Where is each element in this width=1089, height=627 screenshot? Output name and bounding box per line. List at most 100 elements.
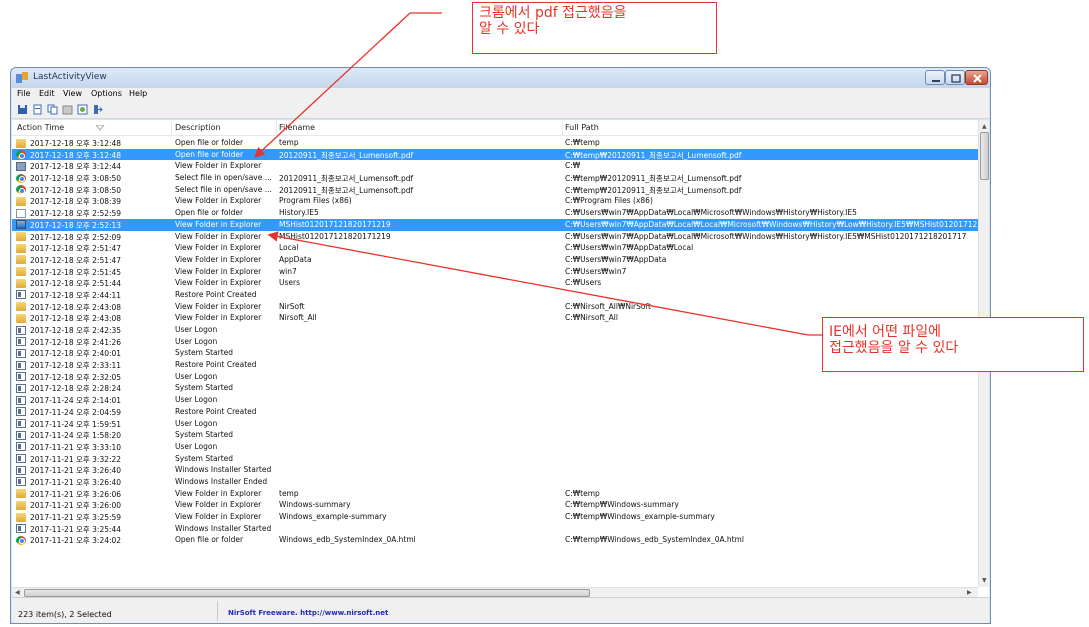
menu-bar: File Edit View Options Help	[12, 88, 989, 102]
scroll-down-icon[interactable]: ▼	[982, 577, 987, 584]
menu-view[interactable]: View	[63, 89, 82, 98]
description-cell: Select file in open/save ...	[175, 173, 272, 183]
table-row[interactable]: 2017-12-18 오후 3:08:50 Select file in open…	[12, 172, 978, 184]
annotation-chrome: 크롬에서 pdf 접근했음을 알 수 있다	[472, 2, 717, 54]
column-divider[interactable]	[276, 120, 277, 136]
html-report-icon[interactable]	[77, 104, 88, 115]
table-row[interactable]: 2017-12-18 오후 2:43:08 View Folder in Expl…	[12, 301, 978, 313]
table-row[interactable]: 2017-12-18 오후 2:28:24 System Started	[12, 382, 978, 394]
table-row[interactable]: 2017-12-18 오후 2:51:44 View Folder in Expl…	[12, 277, 978, 289]
description-cell: Windows Installer Started	[175, 523, 272, 533]
description-cell: View Folder in Explorer	[175, 278, 262, 288]
horizontal-scroll-thumb[interactable]	[24, 589, 590, 597]
folder-icon	[16, 255, 26, 265]
table-row[interactable]: 2017-12-18 오후 2:32:05 User Logon	[12, 371, 978, 383]
copy-icon[interactable]	[47, 104, 58, 115]
nirsoft-link[interactable]: NirSoft Freeware. http://www.nirsoft.net	[228, 609, 388, 617]
filename-cell: 20120911_최종보고서_Lumensoft.pdf	[279, 150, 414, 160]
scroll-up-icon[interactable]: ▲	[982, 123, 987, 130]
table-row[interactable]: 2017-12-18 오후 3:12:44 View Folder in Expl…	[12, 160, 978, 172]
maximize-button[interactable]	[945, 70, 965, 85]
table-row[interactable]: 2017-11-21 오후 3:24:02 Open file or folder…	[12, 534, 978, 546]
table-row[interactable]: 2017-11-24 오후 1:58:20 System Started	[12, 429, 978, 441]
action-time-cell: 2017-12-18 오후 3:08:39	[30, 197, 122, 207]
full-path-cell: C:₩Users₩win7₩AppData₩Local₩Local₩Micros…	[565, 219, 978, 229]
annotation-ie-line1: IE에서 어떤 파일에	[829, 324, 942, 340]
column-filename[interactable]: Filename	[279, 123, 315, 132]
table-row[interactable]: 2017-11-21 오후 3:26:40 Windows Installer E…	[12, 476, 978, 488]
menu-help[interactable]: Help	[129, 89, 147, 98]
minimize-button[interactable]	[925, 70, 945, 85]
table-row[interactable]: 2017-12-18 오후 2:51:47 View Folder in Expl…	[12, 242, 978, 254]
table-row[interactable]: 2017-12-18 오후 3:12:48 Open file or folder…	[12, 148, 978, 161]
full-path-cell: C:₩	[565, 161, 581, 171]
file-icon	[16, 208, 26, 218]
table-row[interactable]: 2017-11-21 오후 3:32:22 System Started	[12, 453, 978, 465]
filename-cell: win7	[279, 266, 297, 276]
table-row[interactable]: 2017-12-18 오후 2:44:11 Restore Point Creat…	[12, 289, 978, 301]
scroll-left-icon[interactable]: ◀	[15, 589, 20, 596]
description-cell: User Logon	[175, 336, 218, 346]
table-row[interactable]: 2017-11-21 오후 3:26:40 Windows Installer S…	[12, 464, 978, 476]
table-row[interactable]: 2017-11-21 오후 3:25:44 Windows Installer S…	[12, 523, 978, 535]
menu-options[interactable]: Options	[91, 89, 122, 98]
table-row[interactable]: 2017-11-21 오후 3:25:59 View Folder in Expl…	[12, 511, 978, 523]
filename-cell: Users	[279, 278, 301, 288]
table-row[interactable]: 2017-11-24 오후 1:59:51 User Logon	[12, 418, 978, 430]
table-row[interactable]: 2017-12-18 오후 2:52:09 View Folder in Expl…	[12, 231, 978, 243]
column-description[interactable]: Description	[175, 123, 221, 132]
table-row[interactable]: 2017-12-18 오후 2:52:59 Open file or folder…	[12, 207, 978, 219]
evt-icon	[16, 372, 26, 382]
table-row[interactable]: 2017-12-18 오후 3:08:50 Select file in open…	[12, 184, 978, 196]
table-row[interactable]: 2017-12-18 오후 3:08:39 View Folder in Expl…	[12, 195, 978, 207]
action-time-cell: 2017-12-18 오후 2:52:13	[30, 220, 122, 230]
menu-file[interactable]: File	[17, 89, 30, 98]
action-time-cell: 2017-11-24 오후 1:59:51	[30, 419, 122, 429]
filename-cell: temp	[279, 138, 299, 147]
description-cell: Restore Point Created	[175, 289, 257, 299]
menu-edit[interactable]: Edit	[39, 89, 55, 98]
table-row[interactable]: 2017-12-18 오후 2:52:13 View Folder in Expl…	[12, 218, 978, 231]
action-time-cell: 2017-12-18 오후 2:43:08	[30, 314, 122, 324]
vertical-scroll-thumb[interactable]	[980, 132, 989, 180]
folder-icon	[16, 196, 26, 206]
description-cell: View Folder in Explorer	[175, 254, 262, 264]
table-row[interactable]: 2017-12-18 오후 2:51:45 View Folder in Expl…	[12, 266, 978, 278]
description-cell: Windows Installer Started	[175, 465, 272, 475]
column-divider[interactable]	[171, 120, 172, 136]
action-time-cell: 2017-12-18 오후 2:41:26	[30, 337, 122, 347]
table-row[interactable]: 2017-11-21 오후 3:26:00 View Folder in Expl…	[12, 499, 978, 511]
title-bar[interactable]: LastActivityView	[11, 68, 990, 88]
description-cell: View Folder in Explorer	[175, 301, 262, 311]
evt-icon	[16, 290, 26, 300]
table-row[interactable]: 2017-11-21 오후 3:33:10 User Logon	[12, 441, 978, 453]
action-time-cell: 2017-11-21 오후 3:26:00	[30, 501, 122, 511]
description-cell: Open file or folder	[175, 149, 244, 159]
column-action-time[interactable]: Action Time	[17, 123, 64, 132]
action-time-cell: 2017-11-24 오후 2:04:59	[30, 407, 122, 417]
table-row[interactable]: 2017-11-24 오후 2:04:59 Restore Point Creat…	[12, 406, 978, 418]
table-row[interactable]: 2017-12-18 오후 3:12:48 Open file or folder…	[12, 137, 978, 149]
table-row[interactable]: 2017-12-18 오후 2:51:47 View Folder in Expl…	[12, 254, 978, 266]
column-divider[interactable]	[562, 120, 563, 136]
table-row[interactable]: 2017-11-21 오후 3:26:06 View Folder in Expl…	[12, 488, 978, 500]
properties-icon[interactable]	[62, 104, 73, 115]
column-full-path[interactable]: Full Path	[565, 123, 599, 132]
save-icon[interactable]	[17, 104, 28, 115]
toolbar	[12, 102, 989, 119]
filename-cell: 20120911_최종보고서_Lumensoft.pdf	[279, 174, 414, 184]
description-cell: View Folder in Explorer	[175, 243, 262, 253]
report-icon[interactable]	[32, 104, 43, 115]
close-button[interactable]	[965, 70, 988, 85]
table-row[interactable]: 2017-11-24 오후 2:14:01 User Logon	[12, 394, 978, 406]
description-cell: View Folder in Explorer	[175, 219, 262, 229]
action-time-cell: 2017-12-18 오후 2:52:09	[30, 232, 122, 242]
exit-icon[interactable]	[92, 104, 103, 115]
description-cell: View Folder in Explorer	[175, 196, 262, 206]
description-cell: View Folder in Explorer	[175, 500, 262, 510]
scroll-right-icon[interactable]: ▶	[967, 589, 972, 596]
evt-icon	[16, 419, 26, 428]
evt-icon	[16, 477, 26, 487]
horizontal-scrollbar[interactable]: ◀ ▶	[12, 587, 978, 597]
minimize-icon	[932, 80, 940, 82]
